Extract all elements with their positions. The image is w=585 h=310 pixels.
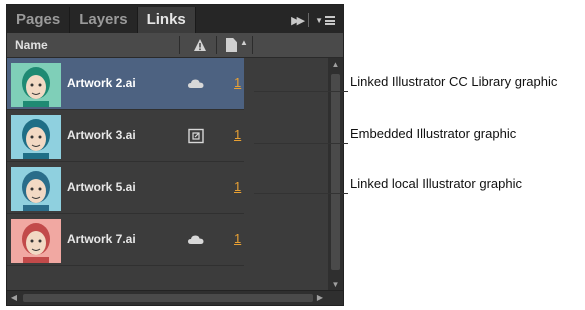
artwork-thumbnail bbox=[11, 115, 61, 159]
panel-menu-icon[interactable]: ▼ bbox=[315, 15, 335, 25]
link-file-name: Artwork 7.ai bbox=[67, 232, 136, 246]
tab-bar-controls: ▶▶ ▼ bbox=[291, 7, 343, 33]
column-divider bbox=[216, 36, 217, 54]
horizontal-scroll-thumb[interactable] bbox=[23, 294, 313, 302]
fast-forward-icon[interactable]: ▶▶ bbox=[291, 14, 305, 27]
page-link[interactable]: 1 bbox=[234, 127, 241, 142]
link-row[interactable]: Artwork 3.ai 1 bbox=[7, 110, 244, 162]
cloud-icon bbox=[188, 79, 204, 88]
callout-linked-local: Linked local Illustrator graphic bbox=[350, 176, 522, 191]
column-header: Name ▲ bbox=[7, 33, 343, 58]
column-divider bbox=[252, 36, 253, 54]
link-row[interactable]: Artwork 2.ai 1 bbox=[7, 58, 244, 110]
callout-line-2 bbox=[254, 143, 348, 144]
link-file-name: Artwork 3.ai bbox=[67, 128, 136, 142]
tab-layers[interactable]: Layers bbox=[70, 7, 138, 33]
vertical-scroll-thumb[interactable] bbox=[331, 74, 340, 270]
link-row[interactable]: Artwork 5.ai 1 bbox=[7, 162, 244, 214]
divider bbox=[308, 13, 310, 27]
scroll-right-icon[interactable]: ▶ bbox=[313, 291, 327, 305]
column-divider bbox=[179, 36, 180, 54]
warning-triangle-icon[interactable] bbox=[193, 38, 207, 52]
links-panel: Pages Layers Links ▶▶ ▼ Name ▲ Artwork 2… bbox=[6, 4, 344, 306]
page-icon[interactable] bbox=[226, 38, 237, 52]
page-link[interactable]: 1 bbox=[234, 75, 241, 90]
artwork-thumbnail bbox=[11, 167, 61, 211]
sort-ascending-icon[interactable]: ▲ bbox=[240, 38, 248, 47]
tab-pages[interactable]: Pages bbox=[7, 7, 71, 33]
callout-line-1 bbox=[254, 91, 348, 92]
link-file-name: Artwork 2.ai bbox=[67, 76, 136, 90]
page-link[interactable]: 1 bbox=[234, 179, 241, 194]
tab-links[interactable]: Links bbox=[137, 7, 196, 33]
panel-tab-bar: Pages Layers Links ▶▶ ▼ bbox=[7, 5, 343, 33]
scroll-up-icon[interactable]: ▲ bbox=[328, 58, 343, 72]
menu-triangle-icon: ▼ bbox=[315, 15, 323, 25]
callout-embedded: Embedded Illustrator graphic bbox=[350, 126, 517, 141]
embedded-icon bbox=[188, 128, 204, 144]
scroll-left-icon[interactable]: ◀ bbox=[7, 291, 21, 305]
links-list: Artwork 2.ai 1 Artwork 3.ai 1 Artwork 5.ai 1 A… bbox=[7, 58, 329, 292]
column-name-header[interactable]: Name bbox=[15, 38, 48, 52]
artwork-thumbnail bbox=[11, 219, 61, 263]
horizontal-scrollbar[interactable]: ◀ ▶ bbox=[7, 290, 343, 305]
callout-linked-library: Linked Illustrator CC Library graphic bbox=[350, 74, 558, 89]
artwork-thumbnail bbox=[11, 63, 61, 107]
callout-line-3 bbox=[254, 193, 348, 194]
menu-lines-icon bbox=[325, 15, 335, 25]
vertical-scrollbar[interactable]: ▲ ▼ bbox=[328, 58, 343, 292]
cloud-icon bbox=[188, 235, 204, 244]
link-file-name: Artwork 5.ai bbox=[67, 180, 136, 194]
link-row[interactable]: Artwork 7.ai 1 bbox=[7, 214, 244, 266]
page-link[interactable]: 1 bbox=[234, 231, 241, 246]
